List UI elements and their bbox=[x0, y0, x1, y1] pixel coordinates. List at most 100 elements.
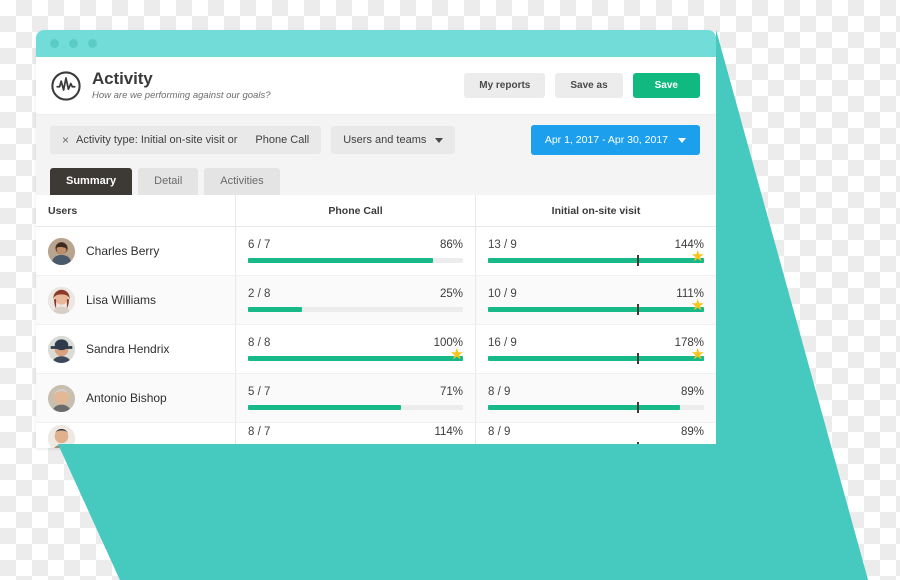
progress-bar bbox=[488, 442, 704, 448]
metric-cell-phone-call: 8 / 7 114% bbox=[236, 423, 476, 448]
chevron-down-icon[interactable] bbox=[435, 137, 444, 143]
avatar bbox=[48, 335, 75, 363]
goal-marker bbox=[637, 442, 640, 448]
avatar bbox=[48, 237, 75, 265]
goal-marker bbox=[637, 304, 640, 315]
metric-cell-phone-call: 8 / 8 100% ★ bbox=[236, 325, 476, 373]
metric-ratio: 8 / 7 bbox=[248, 426, 271, 438]
metric-cell-phone-call: 2 / 8 25% bbox=[236, 276, 476, 324]
screenshot-stage: Activity How are we performing against o… bbox=[0, 0, 900, 580]
avatar bbox=[48, 286, 75, 314]
metric-ratio: 5 / 7 bbox=[248, 386, 271, 398]
save-button[interactable]: Save bbox=[632, 73, 700, 98]
user-name: Antonio Bishop bbox=[86, 391, 167, 405]
metric-ratio: 13 / 9 bbox=[488, 239, 517, 251]
user-cell bbox=[36, 423, 236, 448]
table-row[interactable]: Antonio Bishop 5 / 7 71% 8 / 9 89% bbox=[36, 374, 716, 423]
metric-cell-phone-call: 6 / 7 86% bbox=[236, 227, 476, 275]
table-row[interactable]: Sandra Hendrix 8 / 8 100% ★ 16 / 9 178% … bbox=[36, 325, 716, 374]
progress-fill bbox=[248, 258, 433, 263]
progress-fill bbox=[488, 356, 704, 361]
remove-filter-icon[interactable]: × bbox=[62, 134, 69, 146]
app-window: Activity How are we performing against o… bbox=[36, 30, 716, 448]
avatar bbox=[48, 424, 75, 448]
metric-ratio: 2 / 8 bbox=[248, 288, 271, 300]
activity-type-filter-label: Activity type: Initial on-site visit or bbox=[76, 134, 238, 146]
metric-cell-initial-onsite-visit: 16 / 9 178% ★ bbox=[476, 325, 716, 373]
column-header-initial-onsite-visit: Initial on-site visit bbox=[551, 204, 641, 217]
goal-marker bbox=[637, 402, 640, 413]
progress-fill bbox=[248, 405, 401, 410]
progress-bar: ★ bbox=[488, 347, 704, 364]
progress-bar bbox=[248, 258, 463, 263]
user-name: Charles Berry bbox=[86, 244, 160, 258]
progress-fill bbox=[488, 445, 681, 448]
progress-bar: ★ bbox=[248, 347, 464, 362]
metric-percent: 114% bbox=[434, 426, 463, 438]
progress-fill bbox=[488, 307, 704, 312]
chevron-down-icon[interactable] bbox=[678, 137, 686, 143]
column-header-phone-call: Phone Call bbox=[236, 195, 476, 226]
user-cell: Charles Berry bbox=[36, 227, 236, 275]
window-close-dot[interactable] bbox=[50, 39, 59, 48]
user-cell: Lisa Williams bbox=[36, 276, 236, 324]
metric-ratio: 16 / 9 bbox=[488, 337, 517, 349]
activity-pulse-logo-icon bbox=[51, 70, 81, 101]
date-range-picker[interactable]: Apr 1, 2017 - Apr 30, 2017 bbox=[530, 125, 700, 155]
progress-fill bbox=[248, 356, 463, 361]
tab-detail[interactable]: Detail bbox=[138, 168, 199, 195]
progress-fill bbox=[248, 445, 463, 448]
metric-ratio: 8 / 9 bbox=[488, 386, 511, 398]
window-titlebar bbox=[36, 30, 716, 57]
metric-percent: 89% bbox=[680, 426, 704, 438]
date-range-label: Apr 1, 2017 - Apr 30, 2017 bbox=[544, 134, 668, 146]
header-actions: My reports Save as Save bbox=[464, 73, 700, 98]
goal-marker bbox=[637, 255, 640, 266]
user-cell: Sandra Hendrix bbox=[36, 325, 236, 373]
table-row[interactable]: Charles Berry 6 / 7 86% 13 / 9 144% ★ bbox=[36, 227, 716, 276]
column-header-users: Users bbox=[36, 195, 236, 226]
filter-bar: × Activity type: Initial on-site visit o… bbox=[36, 115, 716, 165]
progress-fill bbox=[488, 258, 704, 263]
activity-type-filter-value: Phone Call bbox=[255, 134, 310, 146]
page-title: Activity bbox=[92, 68, 153, 88]
progress-bar: ★ bbox=[488, 249, 704, 266]
progress-bar: ★ bbox=[488, 298, 704, 315]
metric-ratio: 8 / 9 bbox=[488, 426, 511, 438]
app-header: Activity How are we performing against o… bbox=[36, 57, 716, 115]
goal-achieved-star-icon: ★ bbox=[691, 346, 705, 363]
metric-cell-initial-onsite-visit: 8 / 9 89% bbox=[476, 423, 716, 448]
progress-fill bbox=[248, 307, 302, 312]
avatar bbox=[48, 384, 75, 412]
activity-type-filter-chip[interactable]: × Activity type: Initial on-site visit o… bbox=[50, 126, 322, 154]
metric-cell-initial-onsite-visit: 10 / 9 111% ★ bbox=[476, 276, 716, 324]
metric-cell-initial-onsite-visit: 8 / 9 89% bbox=[476, 374, 716, 422]
tab-activities[interactable]: Activities bbox=[204, 168, 280, 195]
metric-percent: 71% bbox=[439, 386, 463, 398]
metric-percent: 86% bbox=[439, 239, 463, 251]
user-name: Sandra Hendrix bbox=[86, 342, 170, 356]
metric-ratio: 6 / 7 bbox=[248, 239, 271, 251]
tab-bar: Summary Detail Activities bbox=[36, 165, 716, 195]
page-subtitle: How are we performing against our goals? bbox=[92, 89, 271, 101]
window-maximize-dot[interactable] bbox=[88, 39, 97, 48]
summary-table: Users Phone Call Initial on-site visit C… bbox=[36, 195, 716, 448]
users-and-teams-filter-chip[interactable]: Users and teams bbox=[331, 126, 456, 154]
progress-fill bbox=[488, 405, 681, 410]
metric-ratio: 10 / 9 bbox=[488, 288, 517, 300]
window-minimize-dot[interactable] bbox=[69, 39, 78, 48]
save-as-button[interactable]: Save as bbox=[555, 73, 623, 98]
goal-achieved-star-icon: ★ bbox=[450, 346, 464, 363]
progress-bar bbox=[248, 445, 463, 448]
table-row[interactable]: Lisa Williams 2 / 8 25% 10 / 9 111% ★ bbox=[36, 276, 716, 325]
table-row[interactable]: 8 / 7 114% 8 / 9 89% bbox=[36, 423, 716, 448]
metric-cell-phone-call: 5 / 7 71% bbox=[236, 374, 476, 422]
table-header-row: Users Phone Call Initial on-site visit bbox=[36, 195, 716, 227]
brand-block: Activity How are we performing against o… bbox=[50, 68, 464, 102]
metric-percent: 89% bbox=[680, 386, 704, 398]
users-and-teams-label: Users and teams bbox=[343, 134, 427, 146]
metric-percent: 25% bbox=[439, 288, 463, 300]
my-reports-button[interactable]: My reports bbox=[464, 73, 546, 98]
progress-bar bbox=[488, 402, 704, 413]
tab-summary[interactable]: Summary bbox=[50, 168, 133, 195]
